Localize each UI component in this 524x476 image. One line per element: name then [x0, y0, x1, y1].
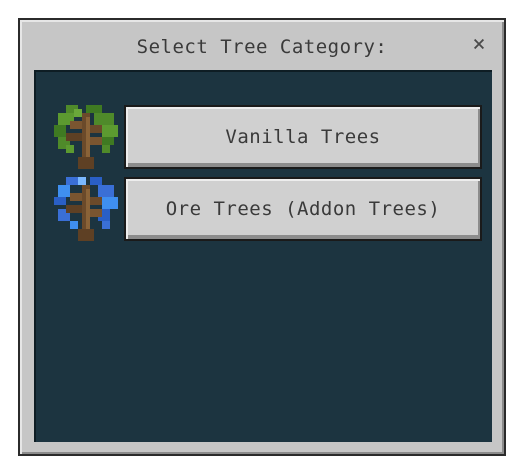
ore-trees-button[interactable]: Ore Trees (Addon Trees) — [124, 177, 482, 241]
close-icon: × — [472, 32, 486, 57]
tree-category-dialog: Select Tree Category: × Vanilla Trees Or… — [18, 18, 506, 456]
oak-tree-icon — [54, 105, 118, 169]
category-row-vanilla: Vanilla Trees — [54, 105, 484, 169]
category-row-ore: Ore Trees (Addon Trees) — [54, 177, 484, 241]
close-button[interactable]: × — [466, 32, 492, 58]
category-list: Vanilla Trees Ore Trees (Addon Trees) — [34, 70, 492, 442]
ore-tree-icon — [54, 177, 118, 241]
vanilla-trees-button[interactable]: Vanilla Trees — [124, 105, 482, 169]
dialog-title: Select Tree Category: — [136, 36, 388, 58]
